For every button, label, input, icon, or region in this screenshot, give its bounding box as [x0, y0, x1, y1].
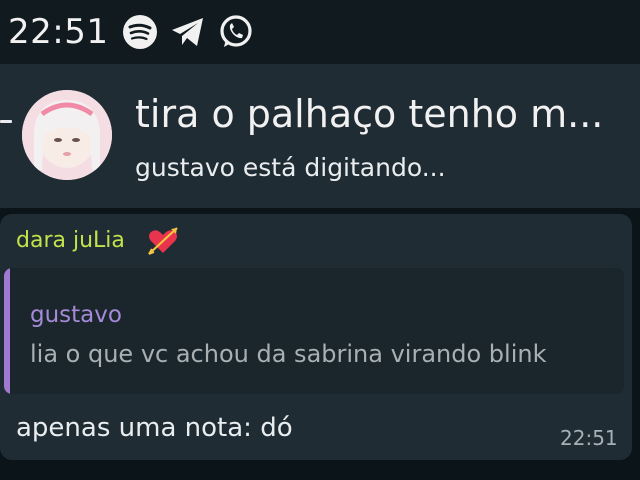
quoted-message[interactable]	[4, 268, 624, 394]
telegram-icon	[170, 15, 206, 49]
typing-status: gustavo está digitando...	[135, 153, 446, 182]
quote-accent-bar	[4, 268, 10, 394]
heart-arrow-icon	[146, 224, 180, 262]
message-time: 22:51	[560, 426, 618, 450]
whatsapp-chat-screen: 22:51 tira o palhaço tenho m... gustavo …	[0, 0, 640, 480]
avatar[interactable]	[22, 90, 112, 180]
message-text: apenas uma nota: dó	[16, 413, 293, 443]
spotify-icon	[122, 14, 158, 50]
status-icons	[122, 14, 254, 50]
quote-text: lia o que vc achou da sabrina virando bl…	[30, 340, 547, 368]
whatsapp-icon	[218, 14, 254, 50]
status-bar: 22:51	[0, 0, 640, 64]
sender-name[interactable]: dara juLia	[16, 228, 125, 253]
chat-title[interactable]: tira o palhaço tenho m...	[135, 92, 603, 136]
back-arrow-icon[interactable]	[0, 120, 12, 123]
status-time: 22:51	[8, 12, 109, 52]
quote-author: gustavo	[30, 302, 122, 328]
